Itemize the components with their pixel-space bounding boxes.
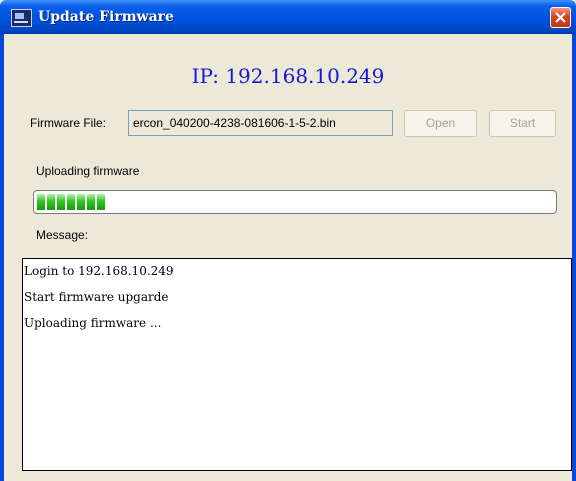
progress-segment xyxy=(87,194,95,210)
computer-icon xyxy=(11,9,32,27)
title-bar[interactable]: Update Firmware xyxy=(0,0,576,34)
log-line: Login to 192.168.10.249 xyxy=(24,264,174,278)
message-log[interactable]: Login to 192.168.10.249 Start firmware u… xyxy=(22,258,572,471)
progress-segment xyxy=(67,194,75,210)
window-frame-right xyxy=(572,34,576,481)
firmware-file-label: Firmware File: xyxy=(30,116,107,130)
open-button[interactable]: Open xyxy=(404,110,477,137)
upload-status-label: Uploading firmware xyxy=(36,164,140,178)
log-line: Start firmware upgarde xyxy=(24,290,169,304)
ip-address-heading: IP: 192.168.10.249 xyxy=(191,64,385,88)
progress-segment xyxy=(77,194,85,210)
window-title: Update Firmware xyxy=(38,9,174,25)
upload-progress-bar xyxy=(33,190,557,214)
progress-segment xyxy=(47,194,55,210)
update-firmware-dialog: Update Firmware IP: 192.168.10.249 Firmw… xyxy=(0,0,576,481)
firmware-file-field[interactable]: ercon_040200-4238-081606-1-5-2.bin xyxy=(128,110,393,136)
progress-segment xyxy=(97,194,105,210)
close-icon xyxy=(555,12,566,23)
close-button[interactable] xyxy=(550,7,571,28)
start-button[interactable]: Start xyxy=(489,110,556,137)
window-frame-left xyxy=(0,34,4,481)
log-line: Uploading firmware ... xyxy=(24,316,162,330)
progress-fill xyxy=(37,194,107,210)
progress-segment xyxy=(37,194,45,210)
progress-segment xyxy=(57,194,65,210)
message-label: Message: xyxy=(36,228,89,242)
